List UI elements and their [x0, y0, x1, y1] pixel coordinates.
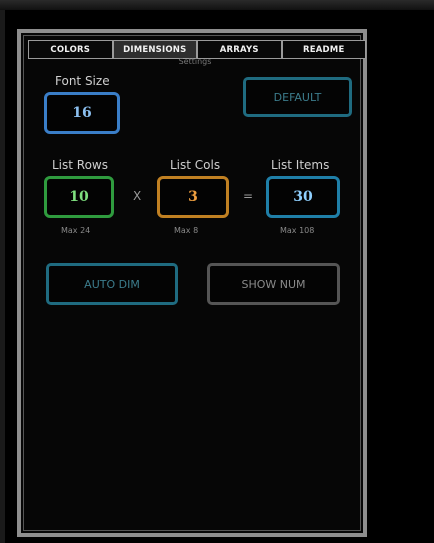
- list-items-max: Max 108: [280, 226, 315, 235]
- list-cols-label: List Cols: [170, 158, 221, 172]
- list-rows-label: List Rows: [52, 158, 108, 172]
- list-rows-max: Max 24: [61, 226, 91, 235]
- settings-panel-inner: COLORS DIMENSIONS ARRAYS README Settings…: [23, 35, 366, 531]
- auto-dim-button[interactable]: AUTO DIM: [46, 263, 178, 305]
- default-button[interactable]: DEFAULT: [243, 77, 352, 117]
- list-items-label: List Items: [271, 158, 330, 172]
- list-cols-max: Max 8: [174, 226, 199, 235]
- equals-sign: =: [243, 189, 254, 203]
- list-rows-input[interactable]: 10: [44, 176, 114, 218]
- settings-panel: COLORS DIMENSIONS ARRAYS README Settings…: [17, 29, 367, 537]
- multiply-sign: X: [133, 189, 142, 203]
- window-left-edge: [0, 10, 5, 543]
- font-size-input[interactable]: 16: [44, 92, 120, 134]
- list-items-input[interactable]: 30: [266, 176, 340, 218]
- show-num-button[interactable]: SHOW NUM: [207, 263, 340, 305]
- list-cols-input[interactable]: 3: [157, 176, 229, 218]
- window-top-bar: [0, 0, 434, 10]
- settings-caption: Settings: [178, 57, 212, 66]
- font-size-label: Font Size: [55, 74, 110, 88]
